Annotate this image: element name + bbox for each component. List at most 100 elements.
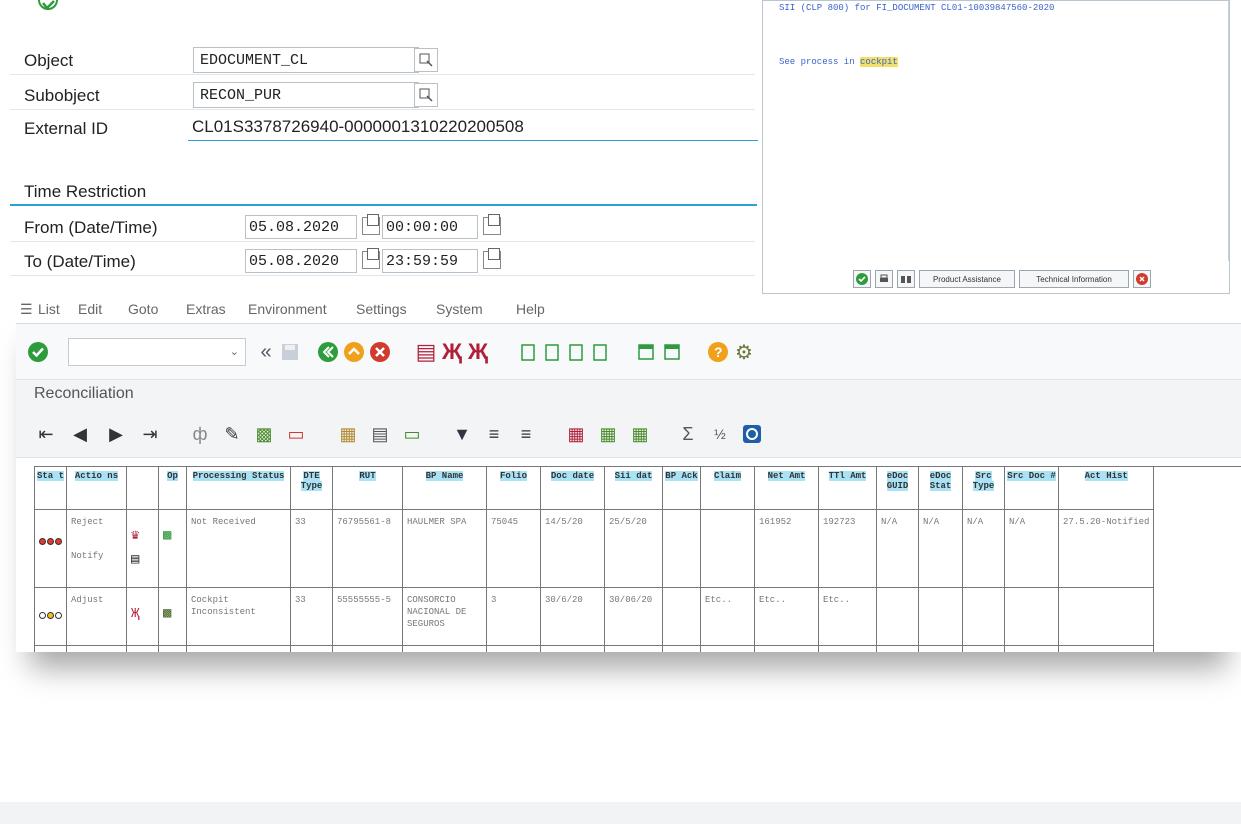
display-icon[interactable]: ф [188, 422, 212, 446]
edit-pencil-icon[interactable]: ✎ [220, 422, 244, 446]
select-all-icon[interactable]: ▩ [252, 422, 276, 446]
save-layout-icon[interactable]: ▦ [628, 422, 652, 446]
previous-record-icon[interactable]: ◀ [68, 422, 92, 446]
refresh-icon[interactable] [740, 422, 764, 446]
find-icon[interactable]: Җ [440, 339, 464, 364]
sum-icon[interactable]: Σ [676, 422, 700, 446]
notify-icon[interactable]: ▤ [131, 553, 154, 567]
menu-system[interactable]: System [436, 301, 483, 317]
delete-icon[interactable]: ▭ [284, 422, 308, 446]
export-icon[interactable]: ▭ [400, 422, 424, 446]
cancel-button[interactable] [1133, 270, 1151, 288]
next-page-icon[interactable] [564, 340, 588, 364]
first-record-icon[interactable]: ⇤ [34, 422, 58, 446]
last-page-icon[interactable] [588, 340, 612, 364]
previous-page-icon[interactable] [540, 340, 564, 364]
shortcut-icon[interactable] [660, 340, 684, 364]
print-button[interactable] [875, 270, 893, 288]
column-header[interactable] [126, 467, 159, 510]
time-picker-icon[interactable] [483, 214, 501, 235]
column-header[interactable]: Src Doc # [1004, 467, 1059, 510]
adjust-action[interactable]: Adjust [71, 594, 122, 606]
column-header[interactable]: TTl Amt [818, 467, 877, 510]
to-time-input[interactable]: 23:59:59 [382, 249, 478, 273]
product-assistance-button[interactable]: Product Assistance [919, 270, 1015, 288]
column-header[interactable]: Net Amt [754, 467, 819, 510]
from-time-input[interactable]: 00:00:00 [382, 215, 478, 239]
filter-icon[interactable]: ▼ [450, 422, 474, 446]
new-session-icon[interactable] [634, 340, 658, 364]
customize-icon[interactable]: ⚙ [732, 340, 756, 364]
menu-environment[interactable]: Environment [248, 301, 327, 317]
object-value-help-button[interactable] [414, 48, 438, 72]
column-header[interactable]: Processing Status [186, 467, 291, 510]
print-icon[interactable]: ▤ [414, 339, 438, 364]
column-header[interactable]: Act Hist [1058, 467, 1155, 510]
column-header[interactable]: BP Ack [662, 467, 701, 510]
table-row[interactable] [35, 645, 1155, 652]
column-header[interactable]: Claim [700, 467, 755, 510]
column-header[interactable]: DTE Type [290, 467, 333, 510]
details-icon[interactable]: ▦ [336, 422, 360, 446]
change-icon[interactable]: ▤ [368, 422, 392, 446]
next-record-icon[interactable]: ▶ [104, 422, 128, 446]
sort-descending-icon[interactable]: ≡ [514, 422, 538, 446]
cancel-button[interactable] [368, 340, 392, 364]
help-icon[interactable]: ? [706, 340, 730, 364]
table-row[interactable]: Adjust Җ ▩ Cockpit Inconsistent 33 55555… [35, 587, 1155, 646]
execute-icon[interactable] [36, 0, 60, 14]
notify-action[interactable]: Notify [71, 550, 122, 562]
menu-list[interactable]: List [38, 301, 60, 317]
column-header[interactable]: BP Name [402, 467, 487, 510]
cockpit-link[interactable]: cockpit [860, 57, 898, 67]
find-next-icon[interactable]: Җ [466, 339, 490, 364]
column-header[interactable]: RUT [332, 467, 403, 510]
choose-layout-icon[interactable]: ▦ [596, 422, 620, 446]
column-header[interactable]: eDoc Stat [918, 467, 963, 510]
find-button[interactable] [897, 270, 915, 288]
first-page-icon[interactable] [516, 340, 540, 364]
subtotal-icon[interactable]: ½ [708, 422, 732, 446]
menu-settings[interactable]: Settings [356, 301, 407, 317]
column-header[interactable]: Doc date [540, 467, 605, 510]
reject-action[interactable]: Reject [71, 516, 122, 528]
reject-icon[interactable]: ♛ [131, 529, 154, 543]
table-row[interactable]: Reject Notify ♛ ▤ ▩ Not Received 33 7679… [35, 509, 1155, 588]
column-header[interactable]: Src Type [962, 467, 1005, 510]
column-header[interactable]: Op [158, 467, 187, 510]
column-header[interactable]: Folio [486, 467, 541, 510]
menu-goto[interactable]: Goto [128, 301, 158, 317]
subobject-input[interactable]: RECON_PUR [193, 82, 419, 108]
column-header[interactable]: Sta t [35, 467, 67, 510]
binoculars-icon[interactable]: Җ [131, 607, 154, 621]
calendar-icon[interactable] [362, 214, 380, 235]
column-header[interactable]: eDoc GUID [876, 467, 919, 510]
menu-help[interactable]: Help [516, 301, 545, 317]
back-button[interactable] [316, 340, 340, 364]
menu-extras[interactable]: Extras [186, 301, 226, 317]
enter-button[interactable] [26, 340, 50, 364]
menu-icon[interactable]: ☰ [20, 301, 33, 318]
sort-ascending-icon[interactable]: ≡ [482, 422, 506, 446]
column-header[interactable]: Actio ns [66, 467, 127, 510]
exit-button[interactable] [342, 340, 366, 364]
command-field[interactable]: ⌄ [68, 338, 246, 366]
chevron-down-icon[interactable]: ⌄ [230, 345, 239, 358]
menu-edit[interactable]: Edit [78, 301, 102, 317]
from-date-input[interactable]: 05.08.2020 [245, 215, 357, 239]
confirm-button[interactable] [853, 270, 871, 288]
external-id-input[interactable]: CL01S3378726940-0000001310220200508 [188, 115, 758, 141]
time-picker-icon[interactable] [483, 248, 501, 269]
to-date-input[interactable]: 05.08.2020 [245, 249, 357, 273]
collapse-icon[interactable]: « [254, 340, 278, 364]
calendar-icon[interactable] [362, 248, 380, 269]
technical-information-button[interactable]: Technical Information [1019, 270, 1129, 288]
column-header[interactable]: Sii dat [604, 467, 663, 510]
object-input[interactable]: EDOCUMENT_CL [193, 47, 419, 73]
layout-icon[interactable]: ▦ [564, 422, 588, 446]
save-button[interactable] [278, 340, 302, 364]
document-icon[interactable]: ▩ [163, 607, 182, 621]
subobject-value-help-button[interactable] [414, 83, 438, 107]
last-record-icon[interactable]: ⇥ [138, 422, 162, 446]
document-icon[interactable]: ▩ [163, 529, 182, 543]
